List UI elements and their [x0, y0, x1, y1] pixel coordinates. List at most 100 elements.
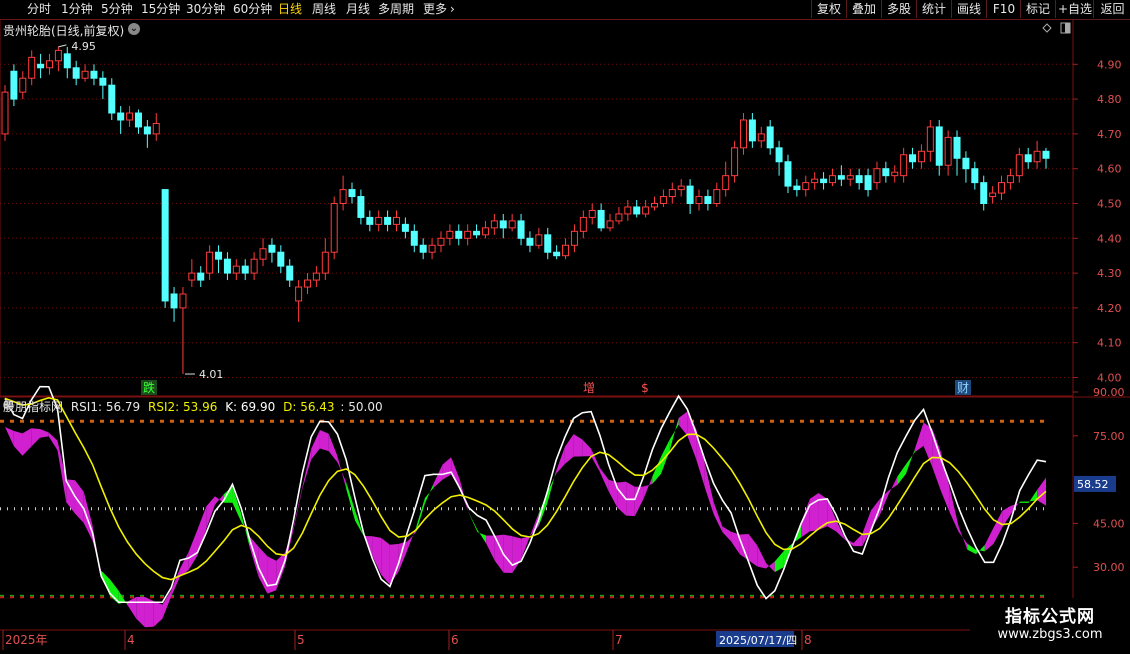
candle-body	[10, 70, 18, 100]
rsi-band-up	[512, 536, 522, 574]
candle-body	[357, 196, 365, 218]
toolbar-button-7[interactable]: 返回	[1093, 0, 1130, 18]
rsi-band-up	[801, 498, 810, 538]
candle-body	[944, 136, 952, 166]
candle-body	[526, 237, 534, 246]
toolbar-button-1[interactable]: 叠加	[846, 0, 881, 18]
candle-body	[793, 185, 801, 191]
toolbar-button-2[interactable]: 多股	[881, 0, 916, 18]
candle-body	[134, 112, 142, 128]
candle-body	[971, 168, 979, 184]
candle-body	[179, 293, 187, 309]
candle-body	[490, 220, 498, 229]
candle-body	[704, 196, 712, 204]
toolbar-button-3[interactable]: 统计	[916, 0, 951, 18]
rsi-band-up	[319, 429, 329, 452]
candle-body	[579, 216, 587, 232]
ind-tick-label: 30.00	[1093, 561, 1125, 574]
period-tab-0[interactable]: 分时	[27, 1, 51, 18]
price-tick-label: 4.40	[1097, 232, 1122, 245]
event-marker: 财	[957, 381, 969, 395]
candle-body	[722, 175, 730, 191]
toolbar-button-6[interactable]: +自选	[1055, 0, 1094, 18]
candle-body	[330, 203, 338, 253]
period-tab-9[interactable]: 多周期	[378, 1, 414, 18]
price-tick-label: 4.80	[1097, 93, 1122, 106]
toolbar-button-4[interactable]: 画线	[951, 0, 986, 18]
rsi-band-up	[83, 491, 93, 541]
candle-body	[428, 244, 436, 253]
period-tab-3[interactable]: 15分钟	[141, 1, 180, 18]
rsi-band-up	[328, 433, 338, 463]
period-tab-4[interactable]: 30分钟	[186, 1, 225, 18]
candle-body	[464, 230, 472, 239]
period-tab-1[interactable]: 1分钟	[61, 1, 93, 18]
candle-body	[588, 209, 596, 218]
candle-body	[864, 175, 872, 191]
candle-body	[882, 168, 890, 177]
candle-body	[891, 171, 899, 177]
candle-body	[392, 216, 400, 225]
toolbar: 分时 1分钟 5分钟 15分钟 30分钟 60分钟 日线 周线 月线 多周期 更多 › 复权 叠加 多股统…	[0, 0, 1130, 20]
candle-body	[998, 182, 1006, 194]
toolbar-button-5[interactable]: F10	[986, 0, 1021, 18]
candle-body	[161, 189, 169, 302]
candle-body	[739, 119, 747, 149]
period-tab-5[interactable]: 60分钟	[233, 1, 272, 18]
candle-body	[900, 154, 908, 177]
toolbar-button-0[interactable]: 复权	[811, 0, 846, 18]
rsi-band-down	[906, 449, 915, 474]
rsi-band-up	[556, 446, 565, 474]
rsi-band-up	[442, 457, 452, 480]
candle-body	[686, 185, 694, 205]
candle-body	[544, 234, 552, 253]
rsi2-value: RSI2: 53.96	[148, 400, 218, 414]
rsi-band-up	[22, 428, 32, 456]
candle-body	[677, 185, 685, 191]
candle-body	[384, 216, 392, 225]
price-tick-label: 4.20	[1097, 302, 1122, 315]
rsi-band-up	[486, 535, 495, 561]
candle-body	[731, 147, 739, 177]
rsi-band-up	[5, 427, 14, 446]
date-label: 6	[451, 633, 459, 647]
candle-body	[597, 209, 605, 229]
rsi-band-up	[582, 439, 592, 457]
rsi-band-down	[223, 486, 233, 503]
candle-body	[633, 206, 641, 215]
high-price-label: 4.95	[71, 40, 96, 53]
candle-body	[321, 251, 329, 274]
rsi-band-up	[914, 422, 924, 453]
candle-body	[206, 251, 214, 274]
candle-body	[152, 122, 160, 135]
candle-body	[802, 182, 810, 191]
price-tick-label: 4.90	[1097, 58, 1122, 71]
candle-body	[642, 206, 650, 215]
chart-canvas[interactable]: 4.90 4.80 4.70 4.60 4.50 4.40 4.30 4.20 4.10 4.00…	[0, 18, 1130, 650]
event-marker: 增	[583, 381, 595, 395]
rsi-band-up	[678, 411, 688, 436]
price-tick-label: 4.00	[1097, 372, 1122, 385]
diamond-icon[interactable]	[1042, 23, 1052, 33]
chevron-right-icon[interactable]: ›	[450, 1, 455, 18]
candle-body	[935, 126, 943, 166]
candle-body	[108, 84, 116, 114]
candle-body	[188, 272, 196, 281]
candle-body	[748, 119, 756, 142]
candle-body	[766, 126, 774, 149]
candle-body	[1033, 150, 1041, 163]
period-tab-2[interactable]: 5分钟	[101, 1, 133, 18]
watermark-url: www.zbgs3.com	[997, 627, 1103, 642]
period-tab-10[interactable]: 更多	[423, 1, 447, 18]
mark-button[interactable]: 标记	[1020, 0, 1055, 18]
indicator-name: 股朋指标网	[3, 400, 64, 414]
candle-body	[775, 147, 783, 163]
rsi-band-up	[31, 428, 40, 447]
period-tab-8[interactable]: 月线	[346, 1, 370, 18]
candle-body	[926, 126, 934, 152]
period-tab-6[interactable]: 日线	[278, 1, 302, 18]
candle-body	[72, 67, 80, 79]
watermark-title: 指标公式网	[1005, 607, 1095, 627]
period-tab-7[interactable]: 周线	[312, 1, 336, 18]
candle-body	[45, 60, 53, 69]
